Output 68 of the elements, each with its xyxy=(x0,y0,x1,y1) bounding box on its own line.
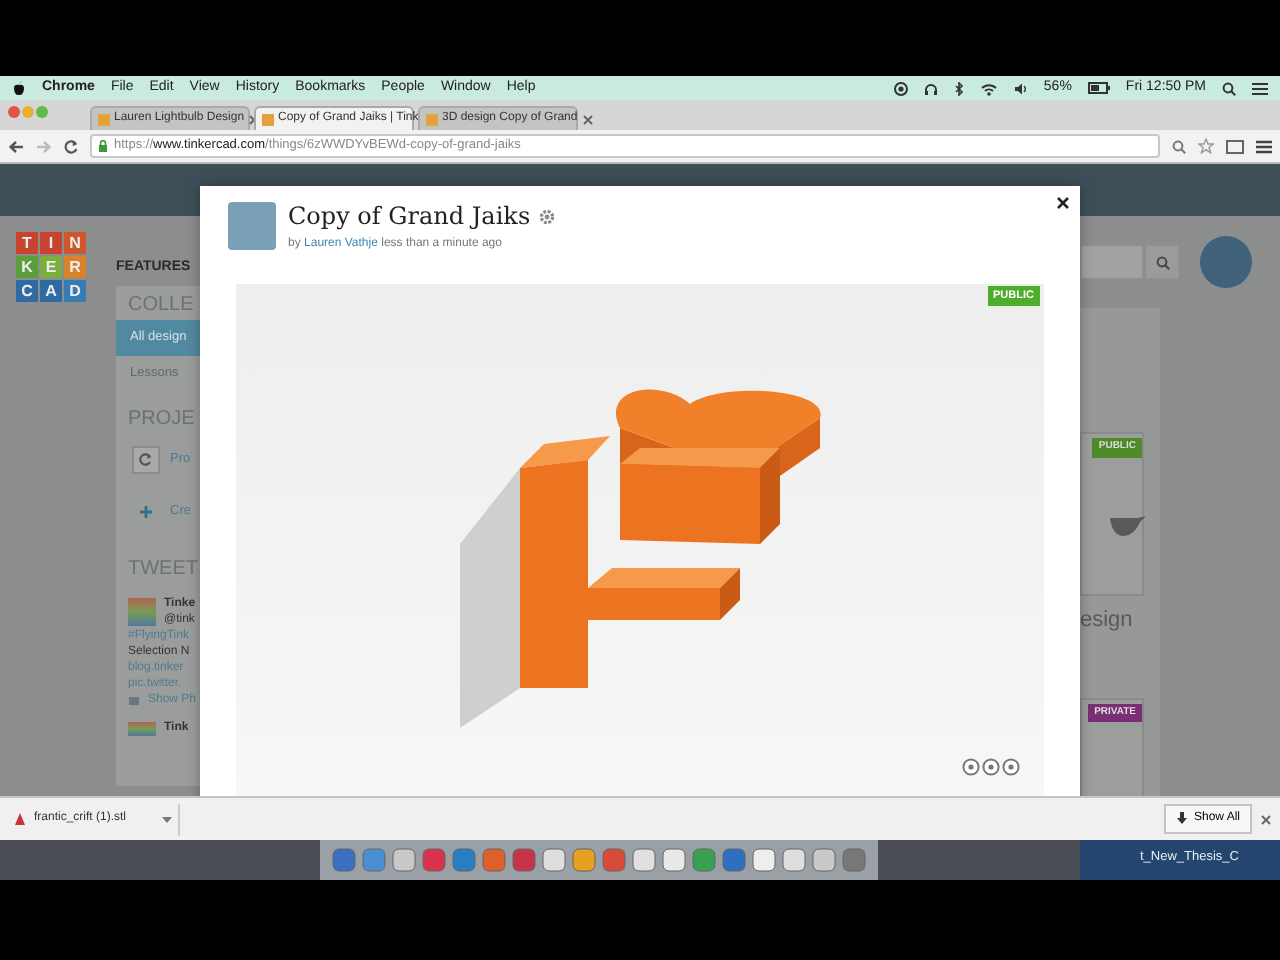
record-icon[interactable] xyxy=(893,81,908,95)
project-icon-button[interactable] xyxy=(132,446,160,474)
zoom-icon[interactable] xyxy=(1172,139,1186,153)
star-icon[interactable] xyxy=(1198,138,1214,154)
dock-app-icon[interactable] xyxy=(602,848,626,872)
file-icon xyxy=(14,812,26,826)
logo-tile: D xyxy=(64,280,86,302)
apple-icon[interactable] xyxy=(12,80,26,96)
caret-icon[interactable] xyxy=(162,815,172,823)
dock-app-icon[interactable] xyxy=(422,848,446,872)
window-close-button[interactable] xyxy=(8,105,20,117)
volume-icon[interactable] xyxy=(1013,81,1028,95)
favicon-icon xyxy=(98,113,110,125)
dock-app-icon[interactable] xyxy=(572,848,596,872)
designer-avatar xyxy=(228,202,276,250)
wifi-icon[interactable] xyxy=(979,81,998,95)
search-icon[interactable] xyxy=(1222,81,1236,95)
close-button[interactable] xyxy=(1054,194,1072,212)
design-title: Copy of Grand Jaiks xyxy=(288,202,531,230)
logo-tile: E xyxy=(40,256,62,278)
plus-icon xyxy=(138,504,154,520)
logo-tile: N xyxy=(64,232,86,254)
dock-app-icon[interactable] xyxy=(662,848,686,872)
search-button[interactable] xyxy=(1144,244,1180,280)
dock-app-icon[interactable] xyxy=(722,848,746,872)
dock-app-icon[interactable] xyxy=(632,848,656,872)
download-icon xyxy=(1175,812,1188,826)
search-field[interactable] xyxy=(1080,244,1144,280)
dock-app-icon[interactable] xyxy=(812,848,836,872)
gear-icon[interactable] xyxy=(538,207,557,225)
dock-app-icon[interactable] xyxy=(692,848,716,872)
list-icon[interactable] xyxy=(1252,81,1268,95)
image-icon xyxy=(128,695,140,705)
search-icon xyxy=(1155,255,1169,269)
reload-icon[interactable] xyxy=(64,139,78,153)
logo-tile: K xyxy=(16,256,38,278)
headphones-icon[interactable] xyxy=(923,81,938,95)
logo-tile: I xyxy=(40,232,62,254)
dock-app-icon[interactable] xyxy=(842,848,866,872)
logo-tile: R xyxy=(64,256,86,278)
dock-app-icon[interactable] xyxy=(392,848,416,872)
dock-app-icon[interactable] xyxy=(752,848,776,872)
favicon-icon xyxy=(426,113,438,125)
dock-app-icon[interactable] xyxy=(452,848,476,872)
dock-app-icon[interactable] xyxy=(482,848,506,872)
battery-icon xyxy=(1087,82,1110,94)
cast-icon[interactable] xyxy=(1226,139,1244,153)
tweet-avatar-icon xyxy=(128,598,156,626)
dock-app-icon[interactable] xyxy=(332,848,356,872)
back-arrow-icon[interactable] xyxy=(8,139,24,153)
refresh-icon xyxy=(138,452,154,468)
favicon-icon xyxy=(262,113,274,125)
logo-tile: C xyxy=(16,280,38,302)
tweet-avatar-icon xyxy=(128,721,156,735)
dock-app-icon[interactable] xyxy=(782,848,806,872)
logo-tile: T xyxy=(16,232,38,254)
close-icon[interactable] xyxy=(581,113,594,125)
dock-app-icon[interactable] xyxy=(512,848,536,872)
bluetooth-icon[interactable] xyxy=(953,81,964,95)
lock-icon xyxy=(98,140,108,152)
user-avatar[interactable] xyxy=(1200,236,1252,288)
menu-icon[interactable] xyxy=(1256,139,1272,153)
close-icon xyxy=(1056,196,1070,210)
dock-app-icon[interactable] xyxy=(362,848,386,872)
dock-app-icon[interactable] xyxy=(542,848,566,872)
bowl-thumbnail-drawing xyxy=(1110,514,1146,538)
logo-tile: A xyxy=(40,280,62,302)
close-icon[interactable] xyxy=(1260,813,1272,825)
